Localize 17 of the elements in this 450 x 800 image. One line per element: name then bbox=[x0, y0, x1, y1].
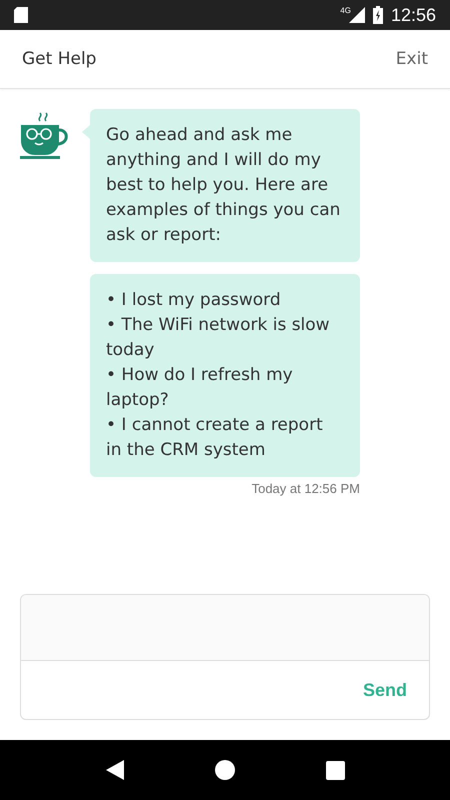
message-text: Go ahead and ask me anything and I will do my best to help you. Here are examples of things you can ask or report: bbox=[106, 124, 342, 247]
back-icon[interactable] bbox=[106, 760, 124, 780]
message-timestamp: Today at 12:56 PM bbox=[252, 481, 360, 496]
home-icon[interactable] bbox=[214, 760, 234, 780]
example-item: • I lost my password bbox=[106, 289, 282, 312]
sd-card-icon bbox=[14, 7, 28, 23]
battery-icon bbox=[372, 6, 383, 24]
network-type: 4G bbox=[340, 6, 351, 15]
signal-icon bbox=[348, 7, 365, 23]
example-item: • How do I refresh my laptop? bbox=[106, 364, 294, 412]
example-item: • The WiFi network is slow today bbox=[106, 314, 331, 362]
page-title: Get Help bbox=[22, 49, 96, 69]
example-item: • I cannot create a report in the CRM system bbox=[106, 414, 324, 462]
clock: 12:56 bbox=[390, 4, 436, 26]
exit-button[interactable]: Exit bbox=[396, 49, 428, 69]
recents-icon[interactable] bbox=[326, 760, 344, 780]
message-input[interactable] bbox=[21, 595, 429, 661]
